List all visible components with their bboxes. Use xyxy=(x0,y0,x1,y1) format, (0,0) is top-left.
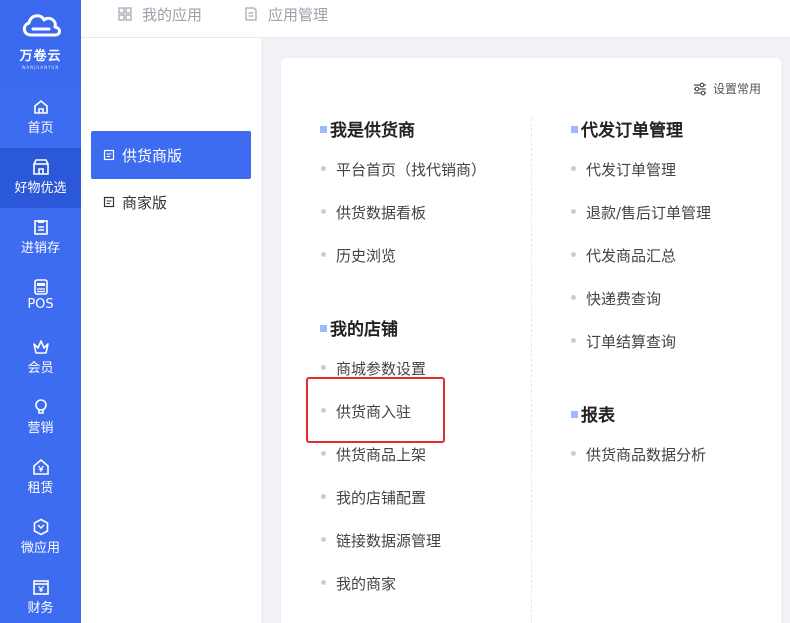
rail-label: POS xyxy=(27,297,54,312)
tab-label: 应用管理 xyxy=(268,5,329,24)
bullet-dot xyxy=(321,494,326,499)
settings-label: 设置常用 xyxy=(712,82,761,96)
pos-icon xyxy=(33,279,48,295)
highlight-box xyxy=(306,377,445,443)
section-title: 我的店铺 xyxy=(320,315,398,340)
menu-item[interactable]: 代发商品汇总 xyxy=(571,245,676,266)
brand-name: 万卷云 xyxy=(19,49,62,64)
left-rail: 万卷云 WANJUANYUN 首页 好物优选 进销存 POS 会员 营销 租赁 … xyxy=(0,0,81,623)
house-yen-icon xyxy=(32,458,49,475)
tab-my-apps[interactable]: 我的应用 xyxy=(117,0,202,28)
crown-icon xyxy=(32,340,49,354)
doc-icon xyxy=(103,196,115,208)
subnav-item-merchant[interactable]: 商家版 xyxy=(91,178,251,226)
menu-item[interactable]: 供货商品数据分析 xyxy=(571,444,706,465)
menu-item[interactable]: 供货商品上架 xyxy=(321,444,426,465)
rail-item-lease[interactable]: 租赁 xyxy=(0,448,81,508)
bullet-dot xyxy=(571,252,576,257)
doc-icon xyxy=(103,149,115,161)
menu-item[interactable]: 代发订单管理 xyxy=(571,159,676,180)
menu-item[interactable]: 我的商家 xyxy=(321,573,396,594)
title-mark xyxy=(320,126,327,133)
finance-icon xyxy=(32,580,49,595)
top-bar: 我的应用 应用管理 xyxy=(81,0,790,38)
sub-nav: 供货商版 商家版 xyxy=(81,38,261,623)
column-divider xyxy=(531,118,532,623)
subnav-label: 商家版 xyxy=(122,193,168,212)
clipboard-icon xyxy=(33,220,48,235)
menu-item[interactable]: 历史浏览 xyxy=(321,245,396,266)
doc-icon xyxy=(245,7,257,21)
rail-item-haowu[interactable]: 好物优选 xyxy=(0,148,81,208)
menu-item[interactable]: 商城参数设置 xyxy=(321,358,426,379)
rail-item-finance[interactable]: 财务 xyxy=(0,568,81,623)
bullet-dot xyxy=(571,209,576,214)
cloud-logo-icon xyxy=(22,14,61,37)
bullet-dot xyxy=(571,451,576,456)
rail-item-marketing[interactable]: 营销 xyxy=(0,388,81,448)
rail-item-member[interactable]: 会员 xyxy=(0,328,81,388)
menu-item[interactable]: 退款/售后订单管理 xyxy=(571,202,711,223)
brand-sub: WANJUANYUN xyxy=(21,65,60,70)
rail-label: 租赁 xyxy=(27,481,54,496)
bullet-dot xyxy=(321,537,326,542)
bullet-dot xyxy=(321,209,326,214)
settings-common-button[interactable]: 设置常用 xyxy=(692,80,761,97)
bullet-dot xyxy=(571,166,576,171)
rail-item-jxc[interactable]: 进销存 xyxy=(0,208,81,268)
section-title: 我是供货商 xyxy=(320,116,415,141)
rail-label: 进销存 xyxy=(20,241,60,256)
bullet-dot xyxy=(321,580,326,585)
rail-label: 财务 xyxy=(27,601,54,616)
subnav-item-supplier[interactable]: 供货商版 xyxy=(91,131,251,179)
subnav-label: 供货商版 xyxy=(122,146,183,165)
rail-item-pos[interactable]: POS xyxy=(0,268,81,328)
title-mark xyxy=(571,126,578,133)
title-mark xyxy=(571,411,578,418)
bullet-dot xyxy=(321,365,326,370)
tab-label: 我的应用 xyxy=(142,5,203,24)
rail-label: 微应用 xyxy=(20,541,60,556)
rail-item-home[interactable]: 首页 xyxy=(0,88,81,148)
bulb-icon xyxy=(34,399,47,414)
bullet-dot xyxy=(321,451,326,456)
bullet-dot xyxy=(571,338,576,343)
menu-item[interactable]: 平台首页（找代销商） xyxy=(321,159,486,180)
section-title: 报表 xyxy=(571,401,615,426)
title-mark xyxy=(320,325,327,332)
home-icon xyxy=(33,99,48,114)
bullet-dot xyxy=(321,166,326,171)
rail-item-microapp[interactable]: 微应用 xyxy=(0,508,81,568)
hexagon-icon xyxy=(33,518,48,536)
rail-label: 首页 xyxy=(27,121,54,136)
grid-icon xyxy=(118,7,132,21)
rail-label: 营销 xyxy=(27,421,54,436)
rail-label: 会员 xyxy=(27,361,54,376)
menu-item[interactable]: 快递费查询 xyxy=(571,288,661,309)
menu-item[interactable]: 链接数据源管理 xyxy=(321,530,441,551)
menu-item[interactable]: 我的店铺配置 xyxy=(321,487,426,508)
sliders-icon xyxy=(693,82,706,95)
menu-item[interactable]: 订单结算查询 xyxy=(571,331,676,352)
bullet-dot xyxy=(321,252,326,257)
menu-item[interactable]: 供货数据看板 xyxy=(321,202,426,223)
tab-app-manage[interactable]: 应用管理 xyxy=(243,0,328,28)
store-icon xyxy=(32,159,49,175)
app-card: 设置常用 我是供货商 平台首页（找代销商） 供货数据看板 历史浏览 我的店铺 商… xyxy=(281,58,781,623)
brand-logo[interactable]: 万卷云 WANJUANYUN xyxy=(0,0,81,88)
rail-label: 好物优选 xyxy=(14,181,67,196)
section-title: 代发订单管理 xyxy=(571,116,683,141)
bullet-dot xyxy=(571,295,576,300)
